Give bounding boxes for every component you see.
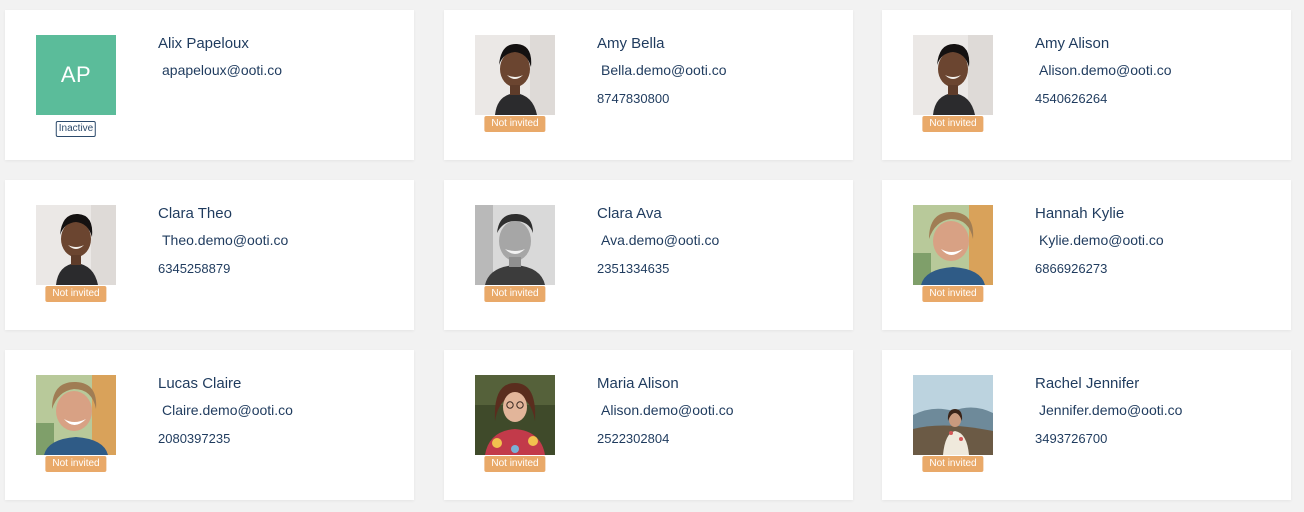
avatar-photo — [36, 205, 116, 285]
user-name: Maria Alison — [597, 375, 679, 392]
user-phone: 2351334635 — [597, 261, 670, 276]
user-card-lucas-claire[interactable]: Not invited Lucas Claire Claire.demo@ooti.… — [5, 350, 414, 500]
user-phone: 4540626264 — [1035, 91, 1108, 106]
user-name: Lucas Claire — [158, 375, 242, 392]
user-card-amy-alison[interactable]: Not invited Amy Alison Alison.demo@ooti.co… — [882, 10, 1291, 160]
avatar — [475, 35, 555, 115]
avatar — [475, 205, 555, 285]
user-email: Claire.demo@ooti.co — [162, 402, 293, 418]
user-card-grid: AP Inactive Alix Papeloux apapeloux@ooti.co… — [0, 0, 1304, 512]
user-phone: 6866926273 — [1035, 261, 1108, 276]
user-phone: 2522302804 — [597, 431, 670, 446]
status-badge: Not invited — [484, 456, 546, 472]
avatar — [36, 375, 116, 455]
avatar — [913, 35, 993, 115]
avatar-photo — [913, 35, 993, 115]
user-name: Amy Alison — [1035, 35, 1110, 52]
user-card-hannah-kylie[interactable]: Not invited Hannah Kylie Kylie.demo@ooti.c… — [882, 180, 1291, 330]
user-card-clara-ava[interactable]: Not invited Clara Ava Ava.demo@ooti.co 2351… — [444, 180, 853, 330]
user-card-alix-papeloux[interactable]: AP Inactive Alix Papeloux apapeloux@ooti.co — [5, 10, 414, 160]
user-name: Alix Papeloux — [158, 35, 249, 52]
avatar-photo — [913, 205, 993, 285]
avatar-initials: AP — [36, 35, 116, 115]
user-phone: 8747830800 — [597, 91, 670, 106]
user-phone: 3493726700 — [1035, 431, 1108, 446]
user-card-amy-bella[interactable]: Not invited Amy Bella Bella.demo@ooti.co 87… — [444, 10, 853, 160]
status-badge: Not invited — [484, 116, 546, 132]
user-name: Rachel Jennifer — [1035, 375, 1140, 392]
status-badge: Not invited — [922, 456, 984, 472]
user-card-clara-theo[interactable]: Not invited Clara Theo Theo.demo@ooti.co 63… — [5, 180, 414, 330]
user-email: Alison.demo@ooti.co — [1039, 62, 1172, 78]
user-email: Jennifer.demo@ooti.co — [1039, 402, 1183, 418]
avatar-photo — [475, 35, 555, 115]
user-name: Amy Bella — [597, 35, 665, 52]
avatar — [913, 205, 993, 285]
user-card-maria-alison[interactable]: Not invited Maria Alison Alison.demo@ooti.… — [444, 350, 853, 500]
avatar-photo — [475, 375, 555, 455]
avatar — [475, 375, 555, 455]
user-email: Alison.demo@ooti.co — [601, 402, 734, 418]
user-card-rachel-jennifer[interactable]: Not invited Rachel Jennifer Jennifer.demo@… — [882, 350, 1291, 500]
user-email: Bella.demo@ooti.co — [601, 62, 727, 78]
status-badge: Inactive — [55, 121, 97, 137]
avatar-photo — [913, 375, 993, 455]
status-badge: Not invited — [922, 116, 984, 132]
avatar — [913, 375, 993, 455]
status-badge: Not invited — [922, 286, 984, 302]
user-name: Hannah Kylie — [1035, 205, 1125, 222]
user-email: Kylie.demo@ooti.co — [1039, 232, 1164, 248]
avatar-photo — [475, 205, 555, 285]
avatar: AP — [36, 35, 116, 115]
status-badge: Not invited — [484, 286, 546, 302]
user-email: Ava.demo@ooti.co — [601, 232, 720, 248]
user-phone: 2080397235 — [158, 431, 231, 446]
user-email: apapeloux@ooti.co — [162, 62, 283, 78]
avatar-photo — [36, 375, 116, 455]
user-email: Theo.demo@ooti.co — [162, 232, 289, 248]
status-badge: Not invited — [45, 456, 107, 472]
status-badge: Not invited — [45, 286, 107, 302]
avatar — [36, 205, 116, 285]
user-phone: 6345258879 — [158, 261, 231, 276]
user-name: Clara Theo — [158, 205, 232, 222]
user-name: Clara Ava — [597, 205, 662, 222]
